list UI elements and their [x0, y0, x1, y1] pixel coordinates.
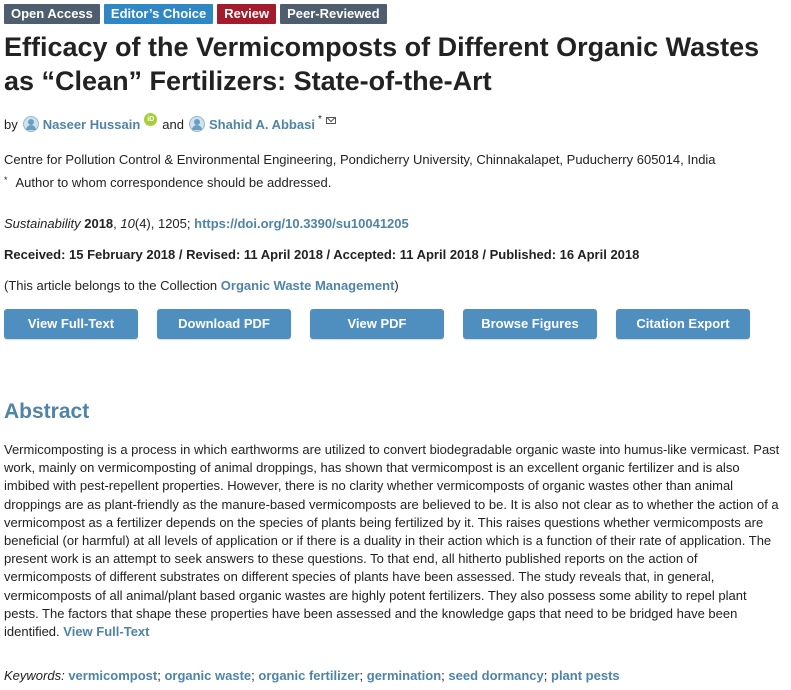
editors-choice-badge[interactable]: Editor’s Choice — [103, 4, 214, 24]
badge-row: Open Access Editor’s Choice Review Peer-… — [4, 4, 387, 24]
keywords-line: Keywords: vermicompost; organic waste; o… — [4, 668, 620, 683]
correspondence-note: * Author to whom correspondence should be… — [4, 175, 331, 190]
correspondence-mark: * — [317, 113, 322, 125]
keyword-link[interactable]: germination — [367, 668, 441, 683]
keywords-label: Keywords: — [4, 668, 65, 683]
person-icon[interactable] — [189, 116, 205, 132]
keyword-link[interactable]: seed dormancy — [448, 668, 543, 683]
keyword-link[interactable]: vermicompost — [68, 668, 157, 683]
doi-link[interactable]: https://doi.org/10.3390/su10041205 — [194, 216, 409, 231]
view-full-text-button[interactable]: View Full-Text — [4, 309, 138, 339]
and-label: and — [162, 116, 184, 132]
publication-dates: Received: 15 February 2018 / Revised: 11… — [4, 247, 640, 262]
correspondence-text: Author to whom correspondence should be … — [15, 175, 332, 190]
action-buttons: View Full-Text Download PDF View PDF Bro… — [4, 309, 750, 339]
abstract-view-full-text-link[interactable]: View Full-Text — [63, 624, 149, 639]
keyword-link[interactable]: organic waste — [164, 668, 251, 683]
citation-year: 2018 — [84, 216, 114, 231]
citation-line: Sustainability 2018, 10(4), 1205; https:… — [4, 216, 409, 231]
keyword-link[interactable]: plant pests — [551, 668, 620, 683]
by-label: by — [4, 116, 18, 132]
journal-name: Sustainability — [4, 216, 81, 231]
author-link-abbasi[interactable]: Shahid A. Abbasi — [209, 117, 315, 132]
collection-prefix: (This article belongs to the Collection — [4, 278, 218, 293]
citation-volume: 10 — [120, 216, 135, 231]
affiliation: Centre for Pollution Control & Environme… — [4, 152, 716, 167]
collection-note: (This article belongs to the Collection … — [4, 278, 399, 293]
abstract-text: Vermicomposting is a process in which ea… — [4, 441, 782, 641]
collection-suffix: ) — [394, 278, 399, 293]
review-badge[interactable]: Review — [217, 4, 277, 24]
browse-figures-button[interactable]: Browse Figures — [463, 309, 597, 339]
person-icon[interactable] — [22, 116, 39, 132]
peer-reviewed-badge[interactable]: Peer-Reviewed — [280, 4, 387, 24]
download-pdf-button[interactable]: Download PDF — [157, 309, 291, 339]
article-title: Efficacy of the Vermicomposts of Differe… — [4, 32, 760, 96]
open-access-badge[interactable]: Open Access — [4, 4, 100, 24]
citation-issue-pages: (4), 1205; — [134, 216, 191, 231]
mail-icon[interactable] — [325, 116, 336, 124]
orcid-icon[interactable]: iD — [144, 112, 158, 126]
keyword-link[interactable]: organic fertilizer — [258, 668, 359, 683]
author-link-hussain[interactable]: Naseer Hussain — [43, 117, 141, 132]
view-pdf-button[interactable]: View PDF — [310, 309, 444, 339]
author-line: by Naseer Hussain iD and Shahid A. Abbas… — [4, 112, 336, 132]
abstract-body: Vermicomposting is a process in which ea… — [4, 442, 780, 640]
correspondence-mark: * — [4, 175, 8, 185]
collection-link[interactable]: Organic Waste Management — [221, 278, 395, 293]
citation-export-button[interactable]: Citation Export — [616, 309, 750, 339]
abstract-heading: Abstract — [4, 400, 90, 423]
